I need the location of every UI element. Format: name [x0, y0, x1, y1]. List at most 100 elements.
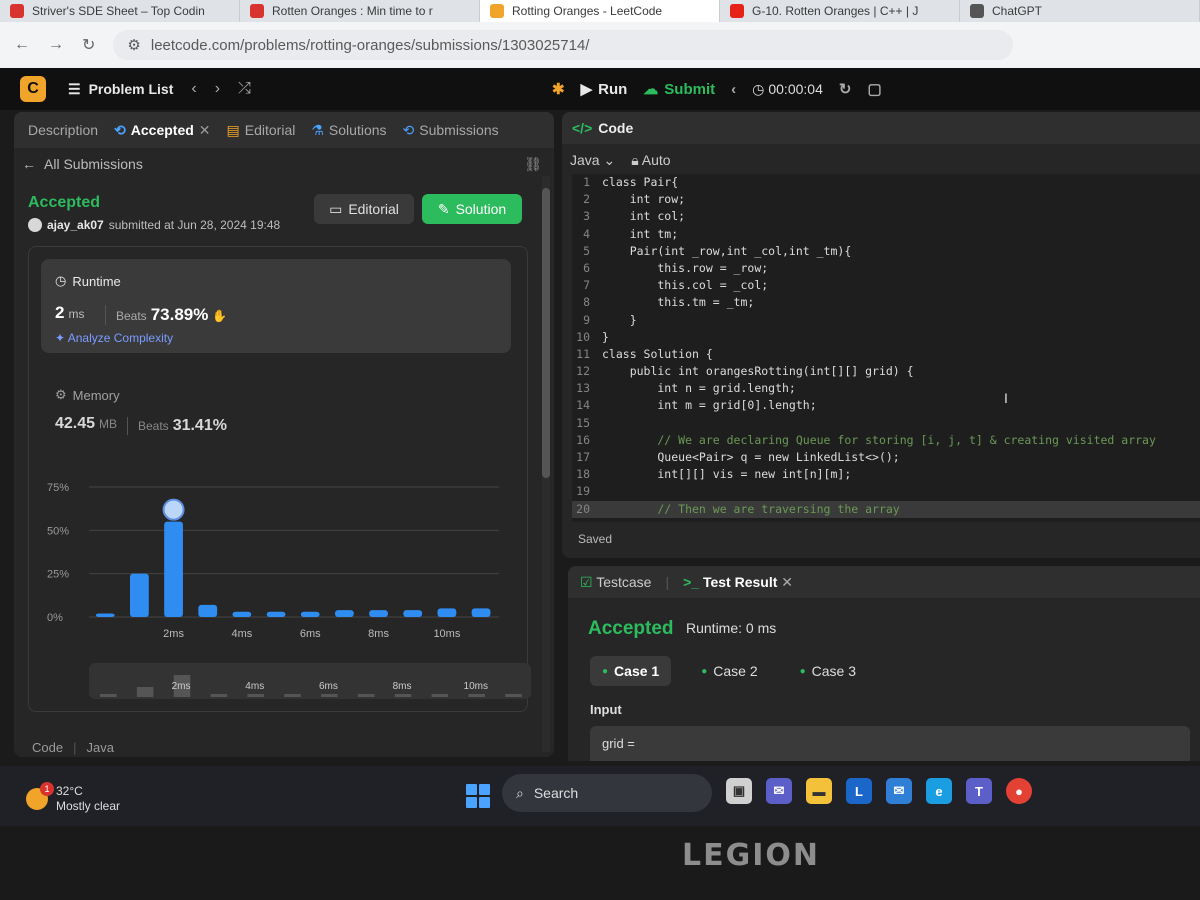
code-line[interactable]: 9 } — [572, 312, 1200, 329]
chart-bar[interactable] — [164, 521, 183, 617]
site-info-icon[interactable]: ⚙ — [127, 36, 140, 54]
chart-bar[interactable] — [95, 613, 115, 617]
chart-range-scrubber[interactable]: 2ms 4ms 6ms 8ms 10ms — [89, 663, 531, 699]
notes-icon[interactable]: ▢ — [867, 80, 881, 98]
scroll-thumb[interactable] — [542, 188, 550, 478]
file-explorer-icon[interactable]: ▬ — [806, 778, 832, 804]
tab-test-result[interactable]: >_ Test Result ✕ — [683, 574, 793, 591]
username[interactable]: ajay_ak07 — [47, 218, 104, 232]
line-number: 15 — [576, 415, 590, 430]
analyze-complexity-link[interactable]: ✦ Analyze Complexity — [55, 331, 173, 345]
chart-bar[interactable] — [335, 610, 354, 617]
code-line[interactable]: 5 Pair(int _row,int _col,int _tm){ — [572, 243, 1200, 260]
timer[interactable]: ◷ 00:00:04 — [752, 81, 823, 98]
test-status: Accepted — [588, 618, 674, 639]
tab-label: Testcase — [596, 573, 652, 590]
code-line[interactable]: 4 int tm; — [572, 226, 1200, 243]
problem-list-button[interactable]: ☰ Problem List — [68, 81, 173, 98]
code-editor[interactable]: 1 class Pair{2 int row; 3 int col; 4 int tm… — [572, 174, 1200, 522]
collapse-icon[interactable]: ‹ — [731, 81, 736, 98]
back-arrow-icon[interactable]: ← — [14, 36, 30, 54]
code-text: // We are declaring Queue for storing [i… — [602, 432, 1156, 447]
browser-tab[interactable]: G-10. Rotten Oranges | C++ | J — [720, 0, 960, 22]
weather-widget[interactable]: 1 32°C Mostly clear — [26, 782, 120, 814]
code-line[interactable]: 18 int[][] vis = new int[n][m]; — [572, 466, 1200, 483]
code-line[interactable]: 3 int col; — [572, 208, 1200, 225]
code-line[interactable]: 17 Queue<Pair> q = new LinkedList<>(); — [572, 449, 1200, 466]
line-number: 14 — [576, 398, 590, 413]
tab-testcase[interactable]: ☑ Testcase — [580, 574, 651, 591]
edge-browser-icon[interactable]: e — [926, 778, 952, 804]
case-tab[interactable]: ● Case 2 — [689, 656, 769, 686]
code-line[interactable]: 15 — [572, 415, 1200, 432]
teams-chat-icon[interactable]: ✉ — [766, 778, 792, 804]
browser-tab[interactable]: Rotten Oranges : Min time to r — [240, 0, 480, 22]
code-line[interactable]: 1 class Pair{ — [572, 174, 1200, 191]
avatar[interactable] — [28, 218, 42, 232]
prev-problem-icon[interactable]: ‹ — [191, 80, 196, 98]
runtime-distribution-chart[interactable]: 75% 50% 25% 0% 2ms 4ms 6ms 8ms 10ms — [29, 467, 529, 647]
code-line[interactable]: 11 class Solution { — [572, 346, 1200, 363]
share-link-icon[interactable]: ⛓ — [524, 156, 542, 173]
tab-solutions[interactable]: ⚗ Solutions — [311, 122, 386, 139]
case-tab[interactable]: ● Case 1 — [590, 656, 672, 686]
submit-button[interactable]: ☁ Submit — [643, 80, 715, 99]
code-line[interactable]: 16 // We are declaring Queue for storing… — [572, 432, 1200, 449]
chart-bar[interactable] — [369, 610, 388, 617]
chart-bar[interactable] — [266, 611, 286, 617]
shuffle-icon[interactable]: ⤮ — [238, 80, 251, 98]
language-select[interactable]: Java ⌄ — [570, 152, 615, 169]
taskbar-search[interactable]: ⌕ Search — [502, 774, 712, 812]
url-field[interactable]: ⚙ leetcode.com/problems/rotting-oranges/… — [113, 30, 1014, 60]
code-line[interactable]: 8 this.tm = _tm; — [572, 294, 1200, 311]
code-footer[interactable]: Code | Java — [32, 740, 114, 755]
chart-bar[interactable] — [198, 604, 218, 617]
tab-accepted[interactable]: ⟲ Accepted ✕ — [114, 122, 211, 139]
close-icon[interactable]: ✕ — [199, 122, 211, 139]
code-line[interactable]: 12 public int orangesRotting(int[][] gri… — [572, 363, 1200, 380]
launcher-l-icon[interactable]: L — [846, 778, 872, 804]
browser-tab-active[interactable]: Rotting Oranges - LeetCode — [480, 0, 720, 22]
chart-bar[interactable] — [437, 608, 457, 617]
editorial-button[interactable]: ▭ Editorial — [314, 194, 414, 224]
mail-icon[interactable]: ✉ — [886, 778, 912, 804]
case-tab[interactable]: ● Case 3 — [788, 656, 868, 686]
close-icon[interactable]: ✕ — [781, 574, 793, 590]
code-line[interactable]: 14 int m = grid[0].length; — [572, 397, 1200, 414]
code-line[interactable]: 13 int n = grid.length; — [572, 380, 1200, 397]
all-submissions-link[interactable]: ← All Submissions — [22, 156, 143, 172]
code-tag-icon: </> — [572, 120, 593, 136]
left-scrollbar[interactable] — [542, 176, 550, 752]
next-problem-icon[interactable]: › — [215, 80, 220, 98]
windows-start-icon[interactable] — [466, 784, 490, 808]
code-line[interactable]: 10} — [572, 329, 1200, 346]
code-line[interactable]: 19 — [572, 483, 1200, 500]
code-line[interactable]: 2 int row; — [572, 191, 1200, 208]
code-line[interactable]: 6 this.row = _row; — [572, 260, 1200, 277]
chart-bar[interactable] — [232, 611, 252, 617]
tab-description[interactable]: Description — [28, 122, 98, 138]
tab-submissions[interactable]: ⟲ Submissions — [403, 122, 499, 139]
browser-tab[interactable]: ChatGPT — [960, 0, 1200, 22]
browser-tab[interactable]: Striver's SDE Sheet – Top Codin — [0, 0, 240, 22]
tab-editorial[interactable]: ▤ Editorial — [227, 122, 296, 139]
forward-arrow-icon[interactable]: → — [48, 36, 64, 54]
code-line[interactable]: 20 // Then we are traversing the array — [572, 500, 1200, 518]
chrome-icon[interactable]: ● — [1006, 778, 1032, 804]
chart-bar[interactable] — [300, 611, 320, 617]
task-view-icon[interactable]: ▣ — [726, 778, 752, 804]
scrubber-tick-label: 10ms — [464, 681, 488, 692]
chart-bar[interactable] — [130, 573, 149, 617]
reset-timer-icon[interactable]: ↻ — [839, 80, 852, 98]
solution-button[interactable]: ✎ Solution — [422, 194, 522, 224]
code-line[interactable]: 7 this.col = _col; — [572, 277, 1200, 294]
debug-icon[interactable]: ✱ — [552, 80, 565, 98]
teams-icon[interactable]: T — [966, 778, 992, 804]
reload-icon[interactable]: ↻ — [82, 35, 95, 55]
runtime-card[interactable]: ◷ Runtime 2 ms Beats 73.89% ✋ ✦ Analyze Comp… — [41, 259, 511, 353]
leetcode-logo-icon[interactable]: C — [20, 76, 46, 102]
auto-mode[interactable]: 🔒︎ Auto — [631, 152, 670, 169]
run-button[interactable]: ▶ Run — [581, 80, 628, 99]
chart-bar[interactable] — [403, 610, 423, 617]
chart-bar[interactable] — [471, 608, 491, 617]
